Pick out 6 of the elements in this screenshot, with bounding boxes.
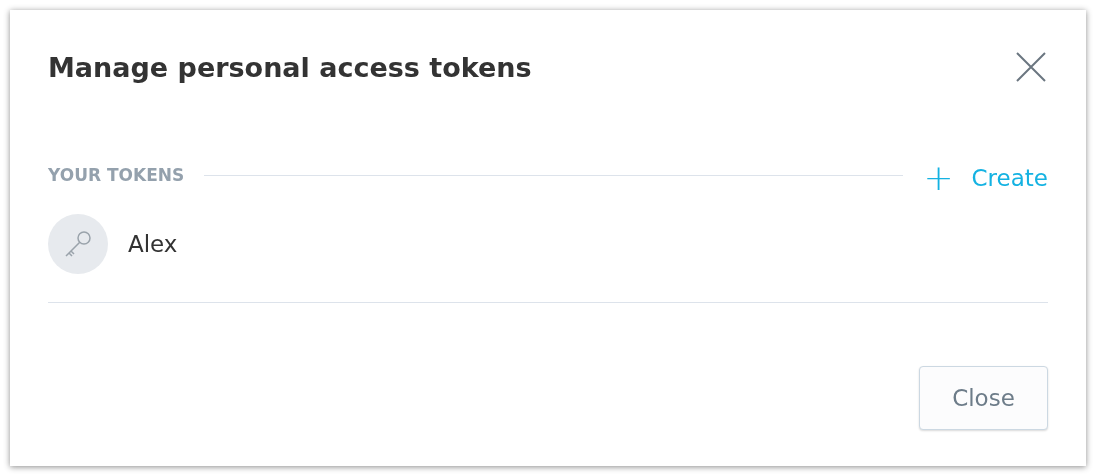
close-button[interactable]: Close [919, 366, 1048, 430]
dialog-title: Manage personal access tokens [48, 52, 532, 83]
create-button[interactable]: + Create [923, 160, 1048, 196]
token-name: Alex [128, 231, 178, 257]
section-label: YOUR TOKENS [48, 165, 185, 185]
close-icon[interactable] [1014, 50, 1048, 84]
